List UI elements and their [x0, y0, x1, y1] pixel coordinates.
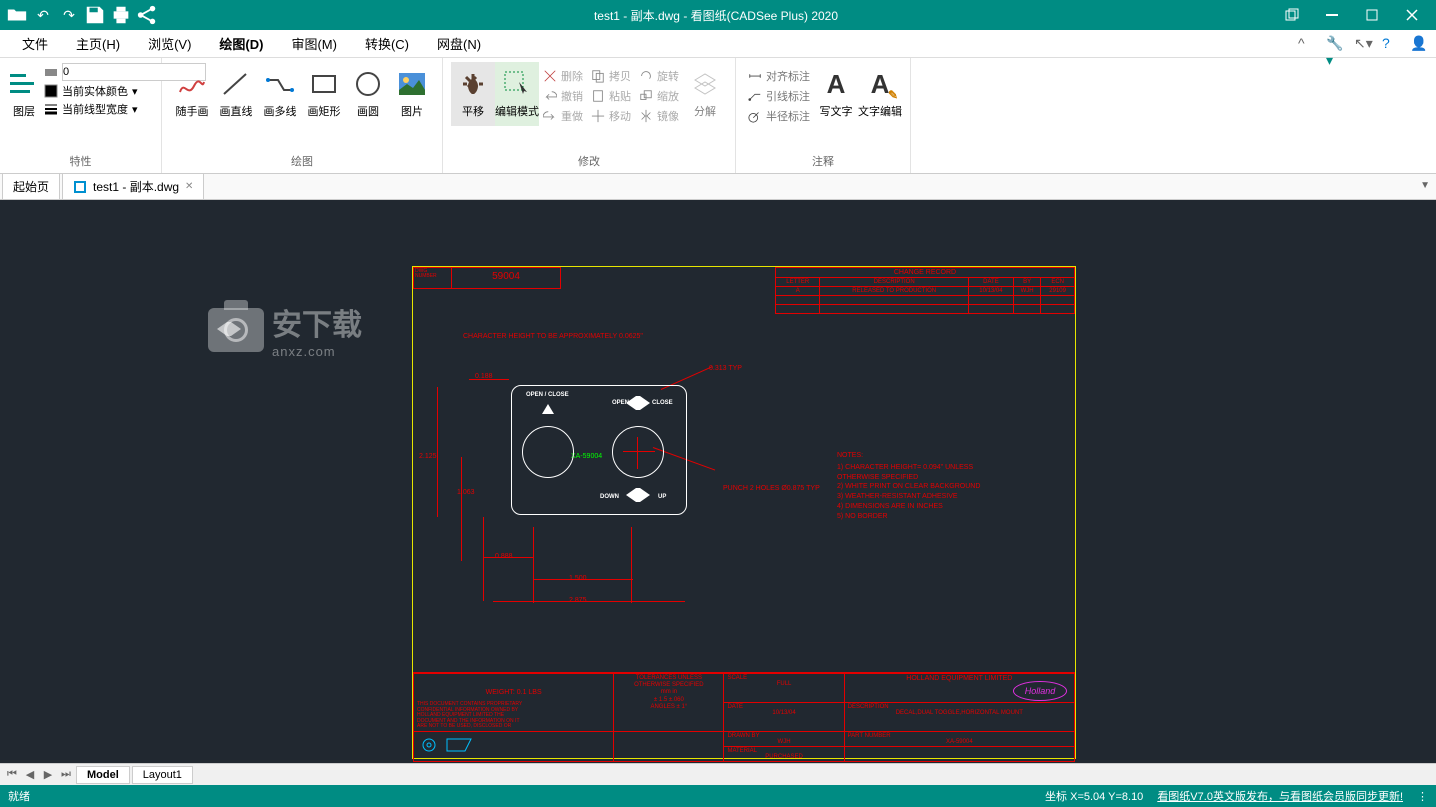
explode-button[interactable]: 分解	[683, 62, 727, 126]
tab-start[interactable]: 起始页	[2, 173, 60, 199]
title-block: WEIGHT: 0.1 LBS THIS DOCUMENT CONTAINS P…	[413, 672, 1075, 758]
undo-button[interactable]: 撤销	[539, 86, 587, 106]
ribbon: 图层 当前实体颜色 ▾ 当前线型宽度 ▾ 特性 随手画 画直线 画多线 画矩形 …	[0, 58, 1436, 174]
dim-leader-button[interactable]: 引线标注	[744, 86, 814, 106]
close-icon[interactable]	[1392, 0, 1432, 30]
minimize-icon[interactable]	[1312, 0, 1352, 30]
document-tabs: 起始页 test1 - 副本.dwg ✕ ▼	[0, 174, 1436, 200]
layout-first-icon[interactable]: ⏮	[4, 768, 20, 781]
save-icon[interactable]	[84, 4, 106, 26]
status-bar: 就绪 坐标 X=5.04 Y=8.10 看图纸V7.0英文版发布，与看图纸会员版…	[0, 785, 1436, 807]
circle-button[interactable]: 画圆	[346, 62, 390, 119]
status-ready: 就绪	[8, 788, 30, 804]
status-more-icon[interactable]: ⋮	[1417, 790, 1428, 803]
mirror-button[interactable]: 镜像	[635, 106, 683, 126]
status-link[interactable]: 看图纸V7.0英文版发布，与看图纸会员版同步更新!	[1157, 788, 1403, 804]
line-button[interactable]: 画直线	[214, 62, 258, 119]
lineweight-icon	[44, 102, 58, 116]
paste-button[interactable]: 粘贴	[587, 86, 635, 106]
copy-button[interactable]: 拷贝	[587, 66, 635, 86]
freehand-button[interactable]: 随手画	[170, 62, 214, 119]
tabs-dropdown-icon[interactable]: ▼	[1420, 180, 1430, 191]
menu-cloud[interactable]: 网盘(N)	[423, 30, 495, 57]
tab-model[interactable]: Model	[76, 766, 130, 784]
print-icon[interactable]	[110, 4, 132, 26]
group-label-annot: 注释	[812, 150, 834, 173]
drawing-canvas[interactable]: DWG NUMBER 59004 CHANGE RECORD LETTERDES…	[0, 200, 1436, 763]
text-button[interactable]: A写文字	[814, 62, 858, 126]
title-bar: ↶ ↷ test1 - 副本.dwg - 看图纸(CADSee Plus) 20…	[0, 0, 1436, 30]
tab-document[interactable]: test1 - 副本.dwg ✕	[62, 173, 204, 199]
tab-close-icon[interactable]: ✕	[185, 181, 193, 192]
restore-down-icon[interactable]	[1272, 0, 1312, 30]
undo-icon[interactable]: ↶	[32, 4, 54, 26]
tab-layout1[interactable]: Layout1	[132, 766, 193, 784]
dwg-no: 59004	[452, 268, 560, 288]
char-height-note: CHARACTER HEIGHT TO BE APPROXIMATELY 0.0…	[463, 333, 643, 341]
dim-align-button[interactable]: 对齐标注	[744, 66, 814, 86]
watermark: 安下载 anxz.com	[208, 300, 362, 359]
help-icon[interactable]: ?	[1382, 35, 1400, 53]
status-coord: 坐标 X=5.04 Y=8.10	[1045, 788, 1143, 804]
layout-prev-icon[interactable]: ◀	[22, 768, 38, 781]
image-button[interactable]: 图片	[390, 62, 434, 119]
polyline-button[interactable]: 画多线	[258, 62, 302, 119]
color-icon	[44, 84, 58, 98]
menu-review[interactable]: 审图(M)	[277, 30, 351, 57]
layer-label: 图层	[13, 103, 35, 119]
menu-home[interactable]: 主页(H)	[62, 30, 134, 57]
layout-tabs: ⏮ ◀ ▶ ⏭ Model Layout1	[0, 763, 1436, 785]
dim-radius-button[interactable]: 半径标注	[744, 106, 814, 126]
dwg-no-label: DWG NUMBER	[414, 268, 452, 288]
scale-button[interactable]: 缩放	[635, 86, 683, 106]
pan-button[interactable]: 平移	[451, 62, 495, 126]
menu-draw[interactable]: 绘图(D)	[205, 30, 277, 57]
redo-icon[interactable]: ↷	[58, 4, 80, 26]
menu-bar: 文件 主页(H) 浏览(V) 绘图(D) 审图(M) 转换(C) 网盘(N) ^…	[0, 30, 1436, 58]
collapse-ribbon-icon[interactable]: ^	[1298, 35, 1316, 53]
menu-view[interactable]: 浏览(V)	[134, 30, 205, 57]
group-label-modify: 修改	[578, 150, 600, 173]
redo-button[interactable]: 重做	[539, 106, 587, 126]
holland-logo: Holland	[1013, 681, 1067, 701]
open-icon[interactable]	[6, 4, 28, 26]
group-label-props: 特性	[70, 150, 92, 173]
entity-color-dd[interactable]: 当前实体颜色	[62, 83, 128, 99]
share-icon[interactable]	[136, 4, 158, 26]
linetype-dd[interactable]: 当前线型宽度	[62, 101, 128, 117]
user-icon[interactable]: 👤	[1410, 35, 1428, 53]
decal-plate: OPEN / CLOSE OPEN CLOSE DOWN UP	[495, 385, 765, 515]
settings-icon[interactable]: 🔧▾	[1326, 35, 1344, 53]
change-record-table: CHANGE RECORD LETTERDESCRIPTIONDATEBYECN…	[775, 267, 1075, 314]
window-title: test1 - 副本.dwg - 看图纸(CADSee Plus) 2020	[160, 7, 1272, 24]
layout-last-icon[interactable]: ⏭	[58, 768, 74, 781]
maximize-icon[interactable]	[1352, 0, 1392, 30]
menu-convert[interactable]: 转换(C)	[351, 30, 423, 57]
move-button[interactable]: 移动	[587, 106, 635, 126]
rotate-button[interactable]: 旋转	[635, 66, 683, 86]
layout-next-icon[interactable]: ▶	[40, 768, 56, 781]
drawing-border: DWG NUMBER 59004 CHANGE RECORD LETTERDES…	[412, 266, 1076, 759]
drawing-notes: NOTES: 1) CHARACTER HEIGHT= 0.094" UNLES…	[837, 451, 980, 522]
textedit-button[interactable]: A✎文字编辑	[858, 62, 902, 126]
layer-icon	[44, 65, 58, 79]
delete-button[interactable]: 删除	[539, 66, 587, 86]
editmode-button[interactable]: 编辑模式	[495, 62, 539, 126]
rect-button[interactable]: 画矩形	[302, 62, 346, 119]
menu-file[interactable]: 文件	[8, 30, 62, 57]
dwg-icon	[73, 180, 87, 194]
cursor-icon[interactable]: ↖▾	[1354, 35, 1372, 53]
group-label-draw: 绘图	[291, 150, 313, 173]
